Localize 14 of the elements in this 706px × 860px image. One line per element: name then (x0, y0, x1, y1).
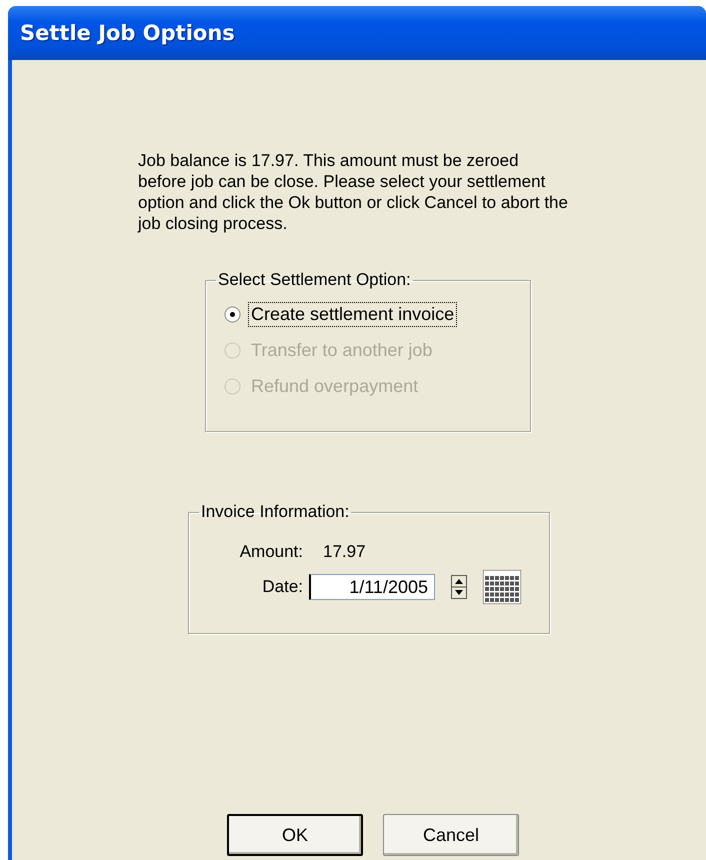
message-text: Job balance is 17.97. This amount must be zeroed before job can be close. Please select your settlement option and click the Ok button or click Cancel to abort the job closing process. (138, 150, 568, 234)
amount-label: Amount: (238, 542, 303, 562)
radio-button[interactable] (224, 306, 241, 322)
group-title: Invoice Information: (200, 502, 350, 522)
spinner-icon[interactable] (451, 575, 467, 599)
option-label[interactable]: Create settlement invoice (249, 302, 456, 326)
amount-value: 17.97 (322, 542, 367, 562)
date-label: Date: (261, 577, 303, 597)
dialog-button[interactable]: Cancel (383, 814, 519, 856)
dialog-button[interactable]: OK (227, 814, 363, 856)
group-title: Select Settlement Option: (217, 270, 412, 290)
date-field[interactable]: 1/11/2005 (309, 574, 435, 600)
calendar-icon[interactable] (483, 570, 521, 604)
window-title: Settle Job Options (20, 21, 235, 45)
